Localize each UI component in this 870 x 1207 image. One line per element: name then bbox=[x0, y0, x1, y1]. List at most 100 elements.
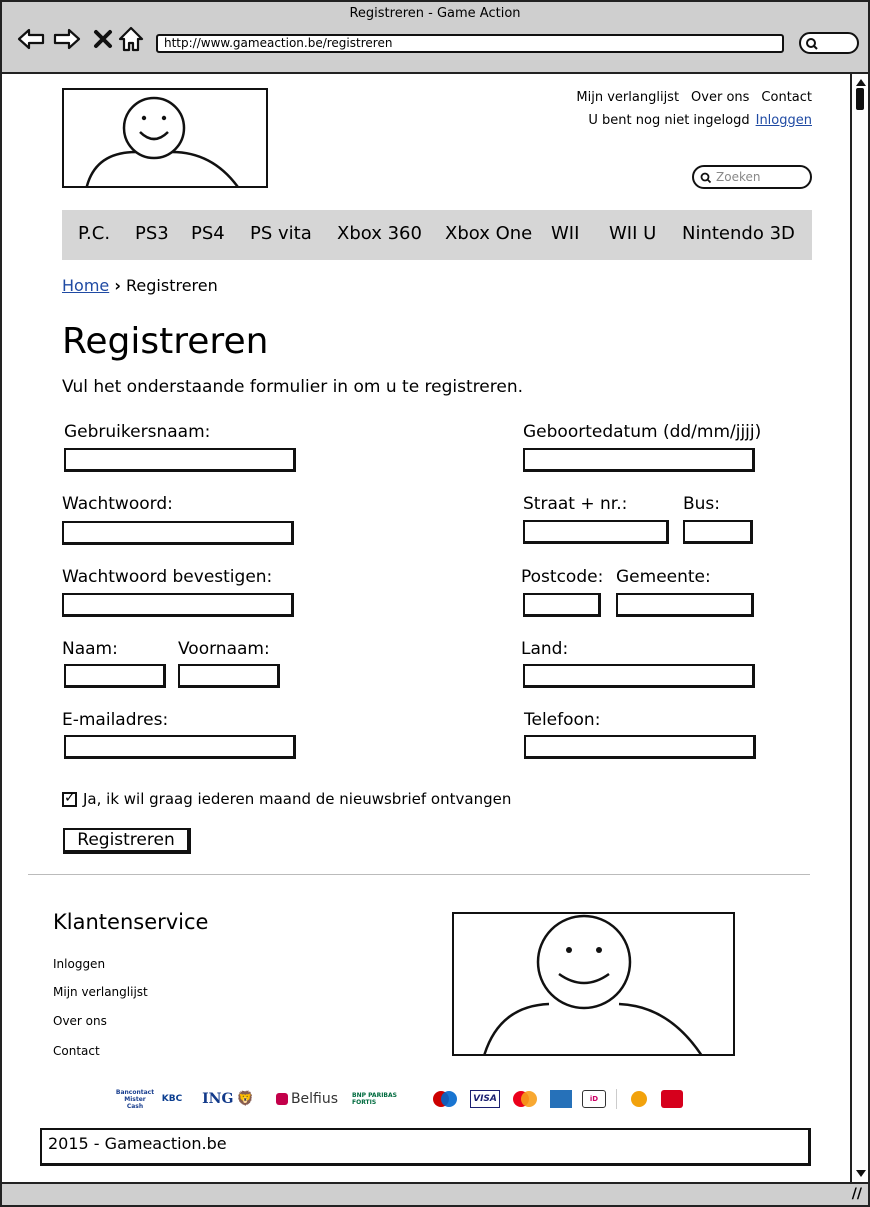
label-lastname: Naam: bbox=[62, 639, 118, 659]
footer-divider bbox=[28, 874, 810, 875]
browser-titlebar: Registreren - Game Action http://www.gam… bbox=[2, 2, 868, 74]
payment-mastercard-icon bbox=[510, 1090, 540, 1108]
street-input[interactable] bbox=[523, 520, 669, 544]
payment-amex-icon bbox=[550, 1090, 572, 1108]
forward-arrow-icon bbox=[53, 28, 81, 50]
copyright-box: 2015 - Gameaction.be bbox=[40, 1128, 811, 1166]
menu-item-xbox-360[interactable]: Xbox 360 bbox=[337, 223, 422, 244]
payment-ing-icon: ING 🦁 bbox=[202, 1091, 254, 1107]
label-bus: Bus: bbox=[683, 494, 721, 514]
payment-methods: Bancontact Mister Cash KBC ING 🦁 Belfius … bbox=[115, 1088, 683, 1110]
bus-input[interactable] bbox=[683, 520, 753, 544]
search-icon bbox=[806, 38, 818, 50]
footer-link-contact[interactable]: Contact bbox=[53, 1044, 100, 1058]
payment-belfius-icon: Belfius bbox=[272, 1090, 342, 1108]
postcode-input[interactable] bbox=[523, 593, 601, 617]
payment-separator bbox=[616, 1089, 617, 1109]
page-intro: Vul het onderstaande formulier in om u t… bbox=[62, 377, 524, 397]
menu-item-wii-u[interactable]: WII U bbox=[609, 223, 656, 244]
browser-statusbar: // bbox=[2, 1182, 868, 1205]
password-input[interactable] bbox=[62, 521, 294, 545]
home-icon bbox=[118, 26, 144, 52]
browser-search[interactable] bbox=[799, 32, 859, 54]
link-about[interactable]: Over ons bbox=[691, 90, 749, 105]
image-placeholder-icon bbox=[85, 96, 239, 186]
home-button[interactable] bbox=[116, 24, 146, 54]
window-title: Registreren - Game Action bbox=[349, 6, 521, 21]
page-title: Registreren bbox=[62, 321, 269, 362]
phone-input[interactable] bbox=[524, 735, 756, 759]
payment-bancontact-icon: Bancontact Mister Cash bbox=[115, 1088, 155, 1110]
country-input[interactable] bbox=[523, 664, 755, 688]
password-confirm-input[interactable] bbox=[62, 593, 294, 617]
label-country: Land: bbox=[521, 639, 569, 659]
label-postcode: Postcode: bbox=[521, 567, 604, 587]
chevron-right-icon: › bbox=[114, 276, 121, 295]
login-status-text: U bent nog niet ingelogd bbox=[588, 113, 750, 128]
close-x-icon bbox=[94, 30, 112, 48]
scroll-down-icon bbox=[856, 1170, 866, 1177]
menu-item-ps-vita[interactable]: PS vita bbox=[250, 223, 312, 244]
email-input[interactable] bbox=[64, 735, 296, 759]
newsletter-checkbox[interactable] bbox=[62, 790, 77, 807]
label-birthdate: Geboortedatum (dd/mm/jjjj) bbox=[523, 422, 762, 442]
label-username: Gebruikersnaam: bbox=[64, 422, 211, 442]
label-firstname: Voornaam: bbox=[178, 639, 270, 659]
username-input[interactable] bbox=[64, 448, 296, 472]
newsletter-label: Ja, ik wil graag iederen maand de nieuws… bbox=[83, 790, 512, 808]
payment-kbc-icon: KBC bbox=[161, 1094, 183, 1104]
label-password-confirm: Wachtwoord bevestigen: bbox=[62, 567, 273, 587]
link-wishlist[interactable]: Mijn verlanglijst bbox=[576, 90, 679, 105]
breadcrumb: Home › Registreren bbox=[62, 276, 218, 295]
vertical-scrollbar[interactable] bbox=[850, 74, 868, 1182]
label-street: Straat + nr.: bbox=[523, 494, 628, 514]
lastname-input[interactable] bbox=[64, 664, 166, 688]
top-links: Mijn verlanglijst Over ons Contact bbox=[576, 90, 812, 105]
menu-item-ps4[interactable]: PS4 bbox=[191, 223, 225, 244]
breadcrumb-home[interactable]: Home bbox=[62, 276, 109, 295]
page-content: Mijn verlanglijst Over ons Contact U ben… bbox=[2, 76, 848, 1182]
address-bar[interactable]: http://www.gameaction.be/registreren bbox=[156, 34, 784, 53]
site-search-input[interactable]: Zoeken bbox=[692, 165, 812, 189]
label-city: Gemeente: bbox=[616, 567, 711, 587]
back-button[interactable] bbox=[16, 24, 46, 54]
browser-window: Registreren - Game Action http://www.gam… bbox=[0, 0, 870, 1207]
scroll-thumb[interactable] bbox=[856, 88, 864, 110]
menu-item-ps3[interactable]: PS3 bbox=[135, 223, 169, 244]
payment-ideal-icon: iD bbox=[582, 1090, 606, 1108]
menu-item-xbox-one[interactable]: Xbox One bbox=[445, 223, 532, 244]
site-logo-placeholder[interactable] bbox=[62, 88, 268, 188]
menu-item-pc[interactable]: P.C. bbox=[78, 223, 110, 244]
footer-link-about[interactable]: Over ons bbox=[53, 1014, 107, 1028]
label-password: Wachtwoord: bbox=[62, 494, 173, 514]
image-placeholder-icon bbox=[483, 914, 703, 1054]
login-link[interactable]: Inloggen bbox=[756, 113, 812, 128]
label-phone: Telefoon: bbox=[524, 710, 601, 730]
label-email: E-mailadres: bbox=[62, 710, 169, 730]
payment-visa-icon: VISA bbox=[470, 1090, 500, 1108]
firstname-input[interactable] bbox=[178, 664, 280, 688]
register-button[interactable]: Registreren bbox=[63, 828, 191, 854]
footer-link-login[interactable]: Inloggen bbox=[53, 957, 105, 971]
footer-link-wishlist[interactable]: Mijn verlanglijst bbox=[53, 985, 148, 999]
menu-item-nintendo-3d[interactable]: Nintendo 3D bbox=[682, 223, 795, 244]
back-arrow-icon bbox=[17, 28, 45, 50]
newsletter-row: Ja, ik wil graag iederen maand de nieuws… bbox=[62, 790, 511, 808]
search-icon bbox=[700, 172, 712, 184]
search-placeholder: Zoeken bbox=[716, 170, 761, 184]
payment-bpost-icon bbox=[627, 1090, 651, 1108]
payment-bnp-icon: BNP PARIBAS FORTIS bbox=[352, 1092, 397, 1106]
payment-maestro-icon bbox=[430, 1090, 460, 1108]
forward-button[interactable] bbox=[52, 24, 82, 54]
login-status: U bent nog niet ingelogd Inloggen bbox=[588, 113, 812, 128]
footer-title: Klantenservice bbox=[53, 910, 209, 934]
resize-grip-icon[interactable]: // bbox=[852, 1186, 862, 1202]
scroll-up-icon bbox=[856, 79, 866, 86]
link-contact[interactable]: Contact bbox=[761, 90, 812, 105]
birthdate-input[interactable] bbox=[523, 448, 755, 472]
stop-button[interactable] bbox=[88, 24, 118, 54]
menu-item-wii[interactable]: WII bbox=[551, 223, 579, 244]
category-menu: P.C. PS3 PS4 PS vita Xbox 360 Xbox One W… bbox=[62, 210, 812, 260]
footer-image-placeholder bbox=[452, 912, 735, 1056]
city-input[interactable] bbox=[616, 593, 754, 617]
